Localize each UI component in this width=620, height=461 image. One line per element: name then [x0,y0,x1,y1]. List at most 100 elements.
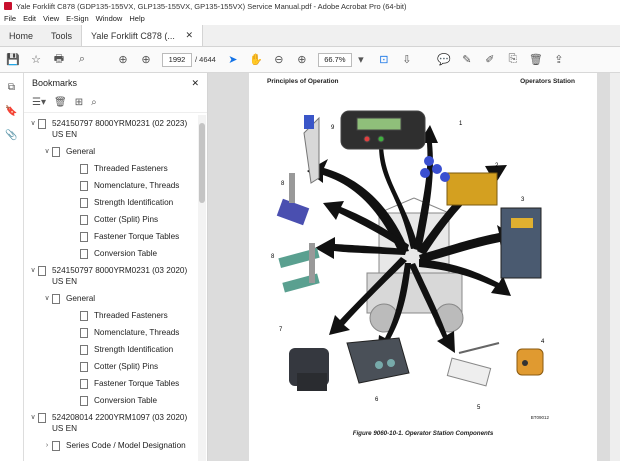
bookmark-item[interactable]: Strength Identification [24,341,197,358]
zoom-level-input[interactable]: 66.7% [317,52,352,67]
bookmark-icon [80,345,88,355]
bookmark-icon [80,181,88,191]
bookmark-label: 524150797 8000YRM0231 (02 2023) US EN [52,119,188,139]
bookmark-item[interactable]: ∨ 524150797 8000YRM0231 (03 2020) US EN [24,262,197,290]
page-up-icon[interactable]: ⊕ [116,53,130,67]
menu-bar: File Edit View E-Sign Window Help [0,12,620,25]
bookmark-item[interactable]: Nomenclature, Threads [24,177,197,194]
fit-page-icon[interactable]: ⊡ [377,53,391,67]
main-toolbar: 💾 ☆ 🖶 ⌕ ⊕ ⊕ 1992 / 4644 ➤ ✋ ⊖ ⊕ 66.7% ▾ … [0,47,620,73]
delete-bookmark-icon[interactable]: 🗑 [54,97,67,108]
comment-icon[interactable]: 💬 [437,53,451,67]
zoom-dropdown-icon[interactable]: ▾ [354,53,368,67]
bookmark-item[interactable]: Cotter (Split) Pins [24,211,197,228]
find-bookmark-icon[interactable]: ⌕ [91,97,97,108]
tab-tools[interactable]: Tools [42,25,81,46]
draw-icon[interactable]: ✐ [483,53,497,67]
bookmark-item[interactable]: ∨ 524208014 2200YRM1097 (03 2020) US EN [24,409,197,437]
save-icon[interactable]: 💾 [6,53,20,67]
bookmarks-scrollbar[interactable] [198,115,206,461]
bookmark-item[interactable]: Threaded Fasteners [24,307,197,324]
bookmark-label: Cotter (Split) Pins [94,362,159,371]
stamp-icon[interactable]: ⎘ [506,53,520,67]
chevron-down-icon[interactable]: ∨ [42,293,52,304]
close-tab-icon[interactable]: ✕ [185,30,193,41]
bookmark-item[interactable]: Conversion Table [24,245,197,262]
bookmark-item[interactable]: ∨ 524150797 8000YRM0231 (02 2023) US EN [24,115,197,143]
bookmark-icon [80,396,88,406]
chevron-down-icon[interactable]: ∨ [28,265,38,276]
share-icon[interactable]: ⇪ [552,53,566,67]
search-icon[interactable]: ⌕ [75,53,89,67]
bookmarks-title: Bookmarks [32,78,78,88]
bookmark-label: Series Code / Model Designation [66,441,186,450]
options-menu-icon[interactable]: ☰▾ [32,97,46,108]
menu-file[interactable]: File [4,14,16,23]
component-parking-brake [516,348,544,376]
window-titlebar: Yale Forklift C878 (GDP135-155VX, GLP135… [0,0,620,12]
bookmark-item[interactable]: Conversion Table [24,392,197,409]
bookmark-item[interactable]: Fastener Torque Tables [24,228,197,245]
bookmark-item[interactable]: Cotter (Split) Pins [24,358,197,375]
bookmarks-header: Bookmarks ✕ [24,73,207,93]
scrollbar-thumb[interactable] [199,123,205,203]
bookmark-item[interactable]: Threaded Fasteners [24,160,197,177]
bookmarks-panel-icon[interactable]: 🔖 [5,105,17,117]
hand-tool-icon[interactable]: ✋ [249,53,263,67]
document-viewer[interactable]: Principles of Operation Operators Statio… [208,73,620,461]
page-down-icon[interactable]: ⊕ [139,53,153,67]
zoom-out-icon[interactable]: ⊖ [272,53,286,67]
callout-7: 7 [279,327,283,333]
menu-view[interactable]: View [43,14,59,23]
component-steering-column [303,115,320,184]
menu-edit[interactable]: Edit [23,14,36,23]
select-cursor-icon[interactable]: ➤ [226,53,240,67]
callout-1: 1 [459,121,463,127]
bookmark-star-icon[interactable]: ☆ [29,53,43,67]
chevron-right-icon[interactable]: › [42,440,52,451]
bookmarks-panel: Bookmarks ✕ ☰▾ 🗑 ⊞ ⌕ ∨ 524150797 8000YRM0… [24,73,208,461]
chevron-down-icon[interactable]: ∨ [28,118,38,129]
bookmark-icon [52,147,60,157]
component-brake-pedal [446,342,500,387]
attachments-icon[interactable]: 📎 [5,129,17,141]
bookmarks-tree: ∨ 524150797 8000YRM0231 (02 2023) US EN ∨ G… [24,115,197,461]
component-pedals [278,243,320,293]
callout-3: 3 [521,197,525,203]
menu-window[interactable]: Window [96,14,123,23]
menu-esign[interactable]: E-Sign [66,14,89,23]
chevron-down-icon[interactable]: ∨ [28,412,38,423]
pdf-page: Principles of Operation Operators Statio… [249,73,597,461]
callout-arrows [307,125,515,355]
tab-document[interactable]: Yale Forklift C878 (... ✕ [81,25,204,46]
bookmark-label: Nomenclature, Threads [94,181,180,190]
delete-icon[interactable]: 🗑 [529,53,543,67]
close-panel-icon[interactable]: ✕ [191,78,199,89]
bookmark-icon [38,413,46,423]
print-icon[interactable]: 🖶 [52,53,66,67]
viewer-scrollbar[interactable] [610,73,620,461]
bookmark-item[interactable]: Nomenclature, Threads [24,324,197,341]
zoom-in-icon[interactable]: ⊕ [295,53,309,67]
bookmark-label: Strength Identification [94,198,174,207]
bookmark-item[interactable]: › Series Code / Model Designation [24,437,197,454]
tab-home[interactable]: Home [0,25,42,46]
component-display-panel [340,110,426,150]
highlight-pen-icon[interactable]: ✎ [460,53,474,67]
page-thumbnails-icon[interactable]: ⧉ [6,81,18,93]
bookmark-label: Threaded Fasteners [94,164,168,173]
left-rail: ⧉ 🔖 📎 [0,73,24,461]
scroll-mode-icon[interactable]: ⇩ [400,53,414,67]
chevron-down-icon[interactable]: ∨ [42,146,52,157]
bookmark-icon [52,441,60,451]
bookmark-label: Fastener Torque Tables [94,232,180,241]
new-bookmark-icon[interactable]: ⊞ [75,97,83,108]
bookmark-item[interactable]: ∨ General [24,143,197,160]
callout-8a: 8 [281,181,285,187]
bookmark-icon [52,294,60,304]
bookmark-item[interactable]: ∨ General [24,290,197,307]
menu-help[interactable]: Help [129,14,144,23]
bookmark-item[interactable]: Fastener Torque Tables [24,375,197,392]
page-number-input[interactable]: 1992 [162,52,192,67]
bookmark-item[interactable]: Strength Identification [24,194,197,211]
